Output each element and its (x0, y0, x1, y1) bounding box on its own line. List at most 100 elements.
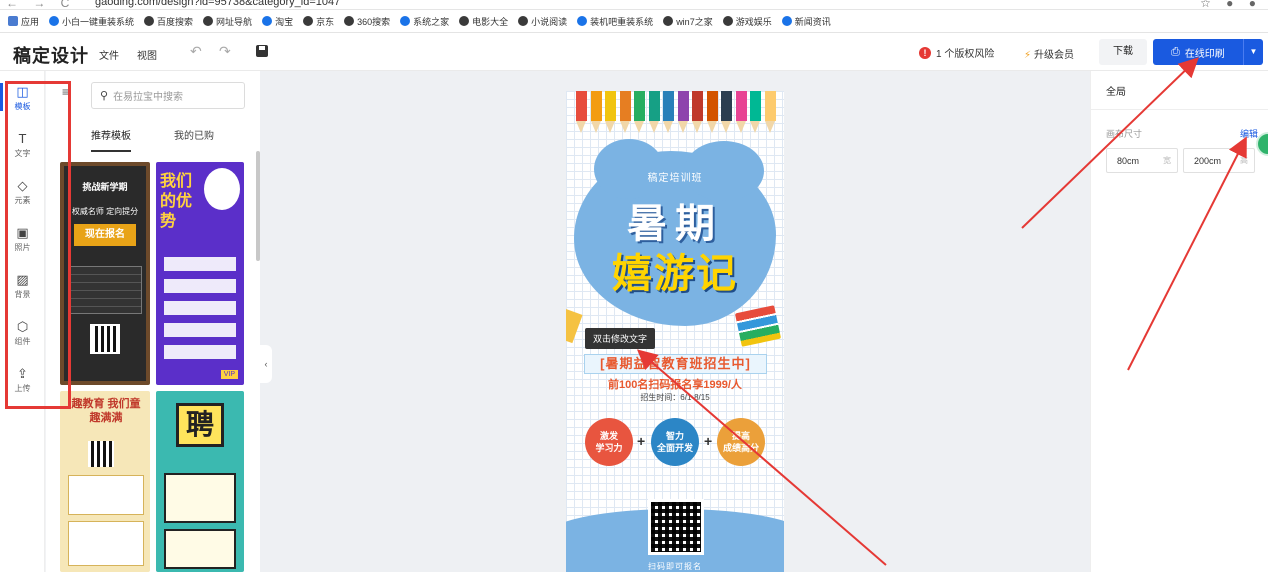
bookmark-label: 360搜索 (357, 16, 391, 27)
collapse-panel-button[interactable]: ‹ (260, 345, 272, 383)
tab-recommended[interactable]: 推荐模板 (91, 127, 131, 142)
thumb-card (68, 475, 144, 515)
pencil-icon (735, 91, 747, 135)
bookmark-item[interactable]: 新闻资讯 (781, 15, 831, 28)
bookmark-favicon-icon (344, 16, 355, 26)
pencil-icon (692, 91, 704, 135)
chevron-down-icon[interactable]: ▼ (1243, 39, 1263, 65)
poster-title-line2[interactable]: 嬉游记 (566, 241, 784, 299)
poster-canvas[interactable]: 稿定培训班 暑期 嬉游记 双击修改文字 [暑期益智教育班招生中] 前100名扫码… (566, 91, 784, 572)
bookmark-item[interactable]: 小说阅读 (518, 15, 567, 28)
annotation-box (5, 81, 71, 409)
poster-promo[interactable]: 前100名扫码报名享1999/人 (566, 376, 784, 392)
online-print-button[interactable]: ⎙ 在线印刷 ▼ (1153, 39, 1263, 65)
template-panel: ≡ ⚲ 在易拉宝中搜索 推荐模板 我的已购 挑战新学期 权威名师 定向提分 现在… (46, 71, 260, 572)
edit-size-link[interactable]: 编辑 (1240, 127, 1258, 140)
qr-code-icon[interactable] (648, 499, 704, 555)
bookmark-item[interactable]: 应用 (8, 15, 39, 28)
pencil-icon (764, 91, 776, 135)
bookmark-item[interactable]: 小白一键重装系统 (49, 15, 134, 28)
divider (1091, 109, 1268, 110)
browser-right-icons[interactable]: ☆ ● ● (1200, 0, 1262, 9)
poster-ribbon[interactable]: [暑期益智教育班招生中] (584, 354, 767, 374)
download-button[interactable]: 下载 (1099, 39, 1147, 65)
bookmark-label: 小说阅读 (531, 16, 568, 27)
bookmark-item[interactable]: 装机吧重装系统 (577, 15, 653, 28)
copyright-risk-button[interactable]: ! 1 个版权风险 (919, 45, 994, 60)
feature-circle[interactable]: 激发 学习力 (585, 418, 633, 466)
poster-subtitle[interactable]: 稿定培训班 (566, 169, 784, 184)
bookmark-item[interactable]: 电影大全 (459, 15, 508, 28)
height-value: 200cm (1194, 155, 1222, 166)
search-input[interactable]: ⚲ 在易拉宝中搜索 (91, 82, 245, 109)
bookmark-item[interactable]: 系统之家 (400, 15, 449, 28)
feature-circle[interactable]: 智力 全面开发 (651, 418, 699, 466)
bookmark-label: 装机吧重装系统 (590, 16, 654, 27)
bookmark-item[interactable]: 360搜索 (344, 15, 390, 28)
browser-toolbar: ← → C gaoding.com/design?id=95738&catego… (0, 0, 1268, 10)
poster-scan-text[interactable]: 扫码即可报名 (566, 561, 784, 572)
pencil-icon (648, 91, 660, 135)
bookmark-item[interactable]: 百度搜索 (144, 15, 193, 28)
thumb-list (164, 257, 236, 367)
pencil-icon (706, 91, 718, 135)
bookmark-favicon-icon (8, 16, 18, 26)
width-value: 80cm (1117, 155, 1140, 166)
thumb-headline: 趣教育 我们童趣满满 (71, 398, 141, 424)
edit-text-tooltip: 双击修改文字 (585, 328, 656, 349)
bookmark-item[interactable]: 京东 (303, 15, 334, 28)
pencil-icon (663, 91, 675, 135)
pencil-icon (590, 91, 602, 135)
feature-circle[interactable]: 提高 成绩高分 (717, 418, 765, 466)
bookmark-favicon-icon (262, 16, 273, 26)
bookmark-favicon-icon (303, 16, 314, 26)
qr-code-icon (90, 324, 120, 354)
pencil-icon (750, 91, 762, 135)
menu-view[interactable]: 视图 (137, 47, 157, 62)
save-icon[interactable] (256, 45, 268, 57)
bookmark-favicon-icon (577, 16, 588, 26)
thumb-headline: 我们的优势 (160, 173, 193, 230)
qr-code-icon (88, 441, 114, 467)
upgrade-vip-button[interactable]: ⚡ 升级会员 (1024, 46, 1074, 61)
height-field[interactable]: 200cm 高 (1183, 148, 1255, 173)
bookmark-item[interactable]: 游戏娱乐 (722, 15, 772, 28)
poster-time[interactable]: 招生时间：6/1-8/15 (566, 392, 784, 403)
pencil-icon (634, 91, 646, 135)
search-icon: ⚲ (100, 90, 109, 102)
bookmark-label: win7之家 (676, 16, 713, 27)
thumb-card (164, 529, 236, 569)
canvas-size-label: 画布尺寸 (1106, 129, 1143, 139)
bookmark-favicon-icon (400, 16, 411, 26)
tab-mine[interactable]: 我的已购 (174, 127, 214, 142)
menu-file[interactable]: 文件 (99, 47, 119, 62)
template-thumbnail[interactable]: 聘 (156, 391, 244, 572)
search-placeholder: 在易拉宝中搜索 (113, 92, 184, 103)
bookmark-favicon-icon (203, 16, 214, 26)
warning-icon: ! (919, 46, 931, 59)
brand-logo[interactable]: 稿定设计 (13, 42, 89, 68)
undo-icon[interactable]: ↶ (190, 43, 202, 60)
pencil-icon (576, 91, 587, 135)
ruler-illustration (566, 308, 583, 344)
width-field[interactable]: 80cm 宽 (1106, 148, 1178, 173)
online-print-label: 在线印刷 (1184, 48, 1225, 60)
vip-badge: VIP (220, 370, 238, 379)
address-bar[interactable]: gaoding.com/design?id=95738&category_id=… (95, 0, 340, 8)
bookmark-item[interactable]: 淘宝 (262, 15, 293, 28)
bookmark-item[interactable]: 网址导航 (203, 15, 252, 28)
template-thumbnail[interactable]: 趣教育 我们童趣满满 (60, 391, 150, 572)
browser-nav-icons[interactable]: ← → C (6, 0, 75, 9)
bookmark-item[interactable]: win7之家 (663, 15, 713, 28)
redo-icon[interactable]: ↷ (219, 43, 231, 60)
bookmark-favicon-icon (781, 16, 792, 26)
template-thumbnail[interactable]: 挑战新学期 权威名师 定向提分 现在报名 (60, 162, 150, 385)
height-unit: 高 (1240, 156, 1248, 165)
template-thumbnail[interactable]: 我们的优势 VIP (156, 162, 244, 385)
printer-icon: ⎙ (1171, 45, 1180, 58)
books-illustration (734, 305, 782, 347)
properties-panel: 全局 画布尺寸 编辑 80cm 宽 200cm 高 (1090, 71, 1268, 572)
plus-icon: + (704, 433, 713, 449)
bookmark-label: 应用 (21, 16, 40, 27)
bookmark-label: 新闻资讯 (794, 16, 831, 27)
